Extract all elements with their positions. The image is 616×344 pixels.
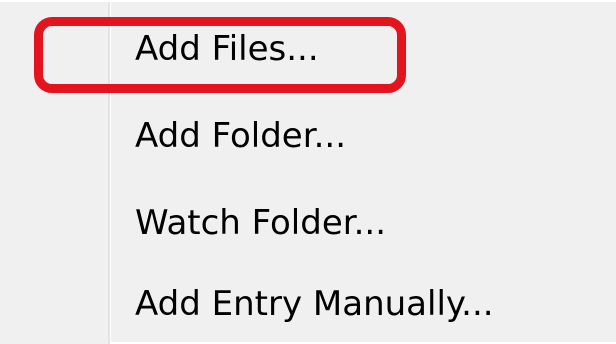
menu-item-label: Watch Folder... [135,203,387,244]
menu-item-label: Add Files... [135,29,319,70]
menu-item-add-entry-manually[interactable]: Add Entry Manually... [0,267,616,343]
context-menu: Add Files... Add Folder... Watch Folder.… [0,0,616,344]
menu-item-label: Add Folder... [135,116,347,157]
menu-item-add-files[interactable]: Add Files... [0,12,616,88]
menu-item-add-folder[interactable]: Add Folder... [0,99,616,175]
menu-item-watch-folder[interactable]: Watch Folder... [0,186,616,262]
menu-item-label: Add Entry Manually... [135,284,494,325]
